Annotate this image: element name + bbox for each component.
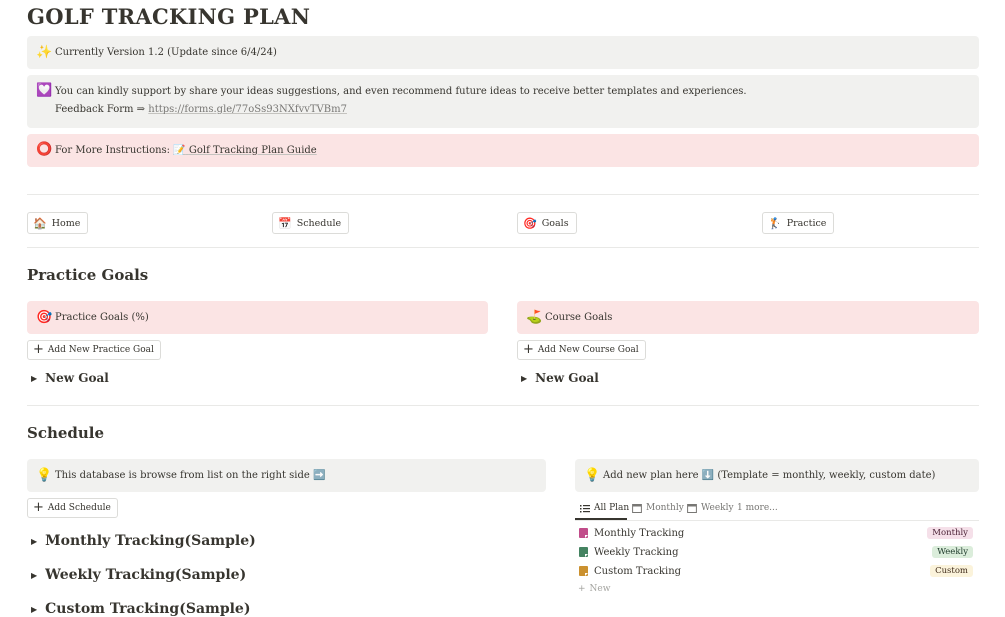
memo-icon: 📝 (173, 145, 186, 156)
monthly-tracking-sample-label: Monthly Tracking(Sample) (45, 533, 256, 549)
triangle-right-icon: ▶ (31, 570, 38, 580)
new-row-button[interactable]: + New (578, 584, 610, 594)
weekly-tracking-sample-toggle[interactable]: ▶ Weekly Tracking(Sample) (31, 567, 246, 583)
page-icon (579, 547, 594, 557)
house-icon: 🏠 (33, 216, 47, 230)
list-icon (580, 504, 590, 513)
feedback-line: Feedback Form ⇒ https://forms.gle/77oSs9… (55, 104, 347, 115)
triangle-right-icon: ▶ (31, 604, 38, 614)
instructions-callout: ⭕ For More Instructions: 📝 Golf Tracking… (27, 134, 979, 167)
hollow-circle-icon: ⭕ (36, 142, 53, 157)
calendar-icon (687, 503, 697, 513)
tab-weekly-label: Weekly (701, 503, 734, 513)
new-row-label: New (589, 584, 611, 594)
schedule-info-text: This database is browse from list on the… (55, 470, 326, 481)
nav-practice-label: Practice (786, 217, 827, 229)
page-icon (579, 528, 594, 538)
row-title: Weekly Tracking (594, 546, 679, 558)
plus-icon: + (523, 342, 534, 357)
lightbulb-icon: 💡 (584, 468, 601, 483)
plus-icon: + (33, 342, 44, 357)
add-schedule-button[interactable]: + Add Schedule (27, 498, 118, 518)
practice-new-goal-label: New Goal (45, 371, 109, 385)
version-callout: ✨ Currently Version 1.2 (Update since 6/… (27, 36, 979, 69)
instructions-label: For More Instructions: (55, 145, 174, 156)
add-plan-text: Add new plan here ⬇️ (Template = monthly… (603, 470, 936, 481)
practice-goals-title: Practice Goals (%) (55, 312, 149, 323)
divider (27, 194, 979, 195)
nav-home-button[interactable]: 🏠 Home (27, 212, 89, 234)
row-title: Monthly Tracking (594, 527, 685, 539)
support-text: You can kindly support by share your ide… (55, 86, 747, 97)
lightbulb-icon: 💡 (36, 468, 53, 483)
calendar-icon: 📅 (278, 216, 292, 230)
tab-monthly[interactable]: Monthly (632, 503, 684, 513)
nav-schedule-label: Schedule (296, 217, 342, 229)
schedule-info-callout: 💡 This database is browse from list on t… (27, 459, 546, 492)
target-icon: 🎯 (523, 216, 537, 230)
plus-icon: + (33, 500, 44, 515)
tab-all-plan[interactable]: All Plan (580, 503, 629, 513)
active-tab-indicator (575, 518, 627, 520)
triangle-right-icon: ▶ (31, 536, 38, 546)
guide-link[interactable]: 📝 Golf Tracking Plan Guide (173, 145, 316, 156)
tab-all-plan-label: All Plan (594, 503, 630, 513)
divider (27, 405, 979, 406)
status-badge: Monthly (927, 527, 973, 539)
nav-goals-button[interactable]: 🎯 Goals (517, 212, 577, 234)
add-schedule-label: Add Schedule (47, 503, 111, 513)
nav-schedule-button[interactable]: 📅 Schedule (272, 212, 350, 234)
table-row[interactable]: Monthly Tracking Monthly (579, 524, 979, 542)
weekly-tracking-sample-label: Weekly Tracking(Sample) (45, 567, 247, 583)
table-row[interactable]: Weekly Tracking Weekly (579, 543, 979, 561)
add-course-goal-button[interactable]: + Add New Course Goal (517, 340, 646, 360)
course-goals-callout: ⛳ Course Goals (517, 301, 979, 334)
version-text: Currently Version 1.2 (Update since 6/4/… (55, 47, 277, 58)
add-course-goal-label: Add New Course Goal (537, 345, 639, 355)
tab-monthly-label: Monthly (646, 503, 684, 513)
status-badge: Weekly (932, 546, 973, 558)
heart-decoration-icon: 💟 (36, 83, 53, 98)
target-arrow-icon: 🎯 (36, 310, 53, 325)
schedule-heading: Schedule (27, 424, 105, 442)
course-goals-title: Course Goals (545, 312, 613, 323)
calendar-icon (632, 503, 642, 513)
page-icon (579, 566, 594, 576)
triangle-right-icon: ▶ (31, 373, 38, 383)
monthly-tracking-sample-toggle[interactable]: ▶ Monthly Tracking(Sample) (31, 533, 256, 549)
tab-weekly[interactable]: Weekly (687, 503, 734, 513)
golfer-icon: 🏌 (768, 216, 782, 230)
golf-flag-icon: ⛳ (526, 310, 543, 325)
feedback-label: Feedback Form ⇒ (55, 104, 149, 115)
practice-new-goal-toggle[interactable]: ▶ New Goal (31, 371, 109, 385)
practice-goals-callout: 🎯 Practice Goals (%) (27, 301, 488, 334)
nav-practice-button[interactable]: 🏌 Practice (762, 212, 835, 234)
plus-icon: + (578, 584, 586, 594)
add-practice-goal-label: Add New Practice Goal (47, 345, 154, 355)
add-plan-callout: 💡 Add new plan here ⬇️ (Template = month… (575, 459, 979, 492)
status-badge: Custom (930, 565, 973, 577)
instructions-line: For More Instructions: 📝 Golf Tracking P… (55, 145, 317, 156)
add-practice-goal-button[interactable]: + Add New Practice Goal (27, 340, 161, 360)
course-new-goal-label: New Goal (535, 371, 599, 385)
practice-goals-heading: Practice Goals (27, 266, 149, 284)
database-view-tabs: All Plan Monthly Weekly 1 more... (575, 499, 979, 521)
guide-link-text: Golf Tracking Plan Guide (188, 145, 317, 156)
triangle-right-icon: ▶ (521, 373, 528, 383)
support-callout: 💟 You can kindly support by share your i… (27, 75, 979, 128)
tab-more-views[interactable]: 1 more... (737, 503, 778, 513)
tab-more-views-label: 1 more... (737, 503, 778, 513)
nav-goals-label: Goals (541, 217, 569, 229)
sparkles-icon: ✨ (36, 45, 53, 60)
course-new-goal-toggle[interactable]: ▶ New Goal (521, 371, 599, 385)
row-title: Custom Tracking (594, 565, 682, 577)
page-title: GOLF TRACKING PLAN (27, 4, 311, 29)
feedback-form-link[interactable]: https://forms.gle/77oSs93NXfvvTVBm7 (148, 104, 347, 115)
divider (27, 247, 979, 248)
table-row[interactable]: Custom Tracking Custom (579, 562, 979, 580)
nav-home-label: Home (51, 217, 81, 229)
